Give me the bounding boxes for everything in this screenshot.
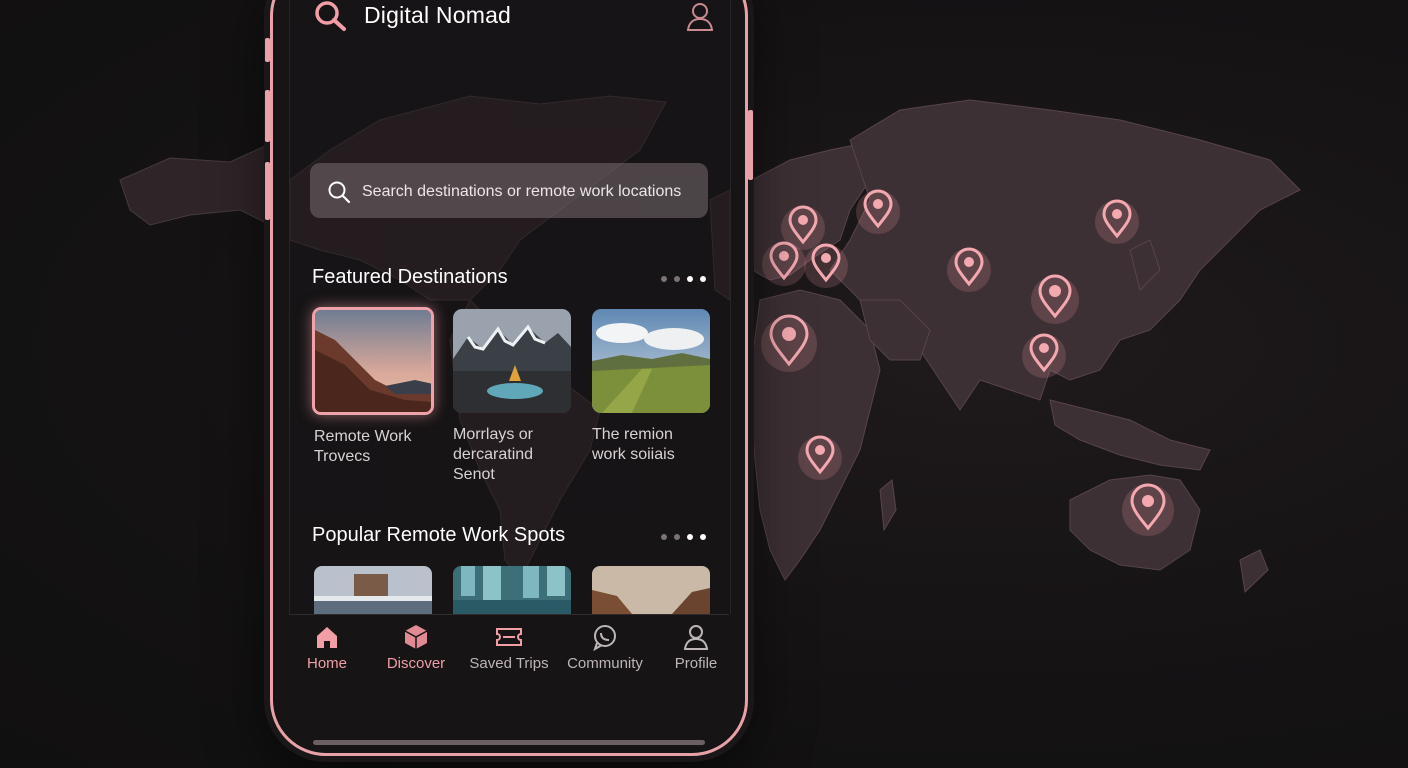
nav-item-discover[interactable]: Discover bbox=[371, 622, 461, 672]
pagination-dot[interactable] bbox=[661, 276, 667, 282]
destination-card[interactable]: The remion work soiiais bbox=[592, 309, 710, 465]
home-icon bbox=[282, 622, 372, 652]
pagination-dot[interactable] bbox=[700, 534, 706, 540]
search-input[interactable] bbox=[360, 179, 704, 205]
map-pin-icon bbox=[762, 241, 806, 286]
nav-label: Profile bbox=[674, 655, 718, 672]
work-spot-card[interactable] bbox=[314, 566, 432, 614]
nav-item-home[interactable]: Home bbox=[282, 622, 372, 672]
map-pin-icon bbox=[856, 189, 900, 234]
search-bar[interactable] bbox=[310, 163, 708, 218]
map-pin-icon bbox=[947, 247, 991, 292]
app-title: Digital Nomad bbox=[364, 2, 512, 28]
chat-icon bbox=[560, 622, 650, 652]
destination-caption: Remote Work Trovecs bbox=[314, 428, 412, 465]
map-pin-icon bbox=[1122, 483, 1174, 536]
phone-volume-button bbox=[265, 90, 270, 142]
map-pin-icon bbox=[761, 314, 817, 372]
work-spot-card[interactable] bbox=[592, 566, 710, 614]
destination-image bbox=[453, 309, 571, 413]
destination-image bbox=[312, 307, 434, 415]
map-pin-icon bbox=[798, 435, 842, 480]
pagination-dot[interactable] bbox=[687, 276, 693, 282]
nav-divider bbox=[289, 614, 729, 615]
pagination-dot[interactable] bbox=[700, 276, 706, 282]
pagination-dot[interactable] bbox=[661, 534, 667, 540]
phone-power-button bbox=[748, 110, 753, 180]
popular-section-title: Popular Remote Work Spots bbox=[312, 524, 566, 546]
nav-label: Saved Trips bbox=[469, 655, 549, 672]
home-indicator[interactable] bbox=[313, 740, 705, 745]
ticket-icon bbox=[464, 622, 554, 652]
search-icon bbox=[327, 180, 351, 209]
cube-icon bbox=[371, 622, 461, 652]
app-screen: Digital Nomad Featured Destinations bbox=[289, 0, 731, 614]
app-stage: Digital Nomad Featured Destinations bbox=[0, 0, 1408, 768]
nav-item-profile[interactable]: Profile bbox=[651, 622, 741, 672]
nav-label: Community bbox=[567, 655, 643, 672]
nav-label: Home bbox=[306, 655, 347, 672]
work-spot-image bbox=[592, 566, 710, 614]
user-icon[interactable] bbox=[686, 0, 714, 37]
map-pin-icon bbox=[1095, 199, 1139, 244]
bottom-nav: Home Discover Saved Trips Community Prof… bbox=[282, 622, 742, 682]
pagination-dot[interactable] bbox=[674, 534, 680, 540]
destination-card[interactable]: Remote Work Trovecs bbox=[312, 307, 434, 467]
destination-caption: The remion work soiiais bbox=[592, 426, 675, 463]
phone-side-button bbox=[265, 38, 270, 62]
pagination-dot[interactable] bbox=[687, 534, 693, 540]
featured-section-title: Featured Destinations bbox=[312, 266, 508, 288]
nav-item-saved-trips[interactable]: Saved Trips bbox=[464, 622, 554, 672]
map-pin-icon bbox=[1022, 333, 1066, 378]
phone-volume-button bbox=[265, 162, 270, 220]
destination-card[interactable]: Morrlays or dercaratind Senot bbox=[453, 309, 571, 485]
search-icon[interactable] bbox=[314, 0, 348, 37]
featured-pagination[interactable] bbox=[661, 276, 706, 282]
nav-item-community[interactable]: Community bbox=[560, 622, 650, 672]
work-spot-card[interactable] bbox=[453, 566, 571, 614]
map-pin-icon bbox=[1031, 274, 1079, 324]
destination-image bbox=[592, 309, 710, 413]
popular-pagination[interactable] bbox=[661, 534, 706, 540]
work-spot-image bbox=[314, 566, 432, 614]
top-bar: Digital Nomad bbox=[314, 0, 714, 34]
pagination-dot[interactable] bbox=[674, 276, 680, 282]
map-pin-icon bbox=[804, 243, 848, 288]
work-spot-image bbox=[453, 566, 571, 614]
nav-label: Discover bbox=[386, 655, 446, 672]
destination-caption: Morrlays or dercaratind Senot bbox=[453, 426, 534, 483]
user-icon bbox=[651, 622, 741, 652]
